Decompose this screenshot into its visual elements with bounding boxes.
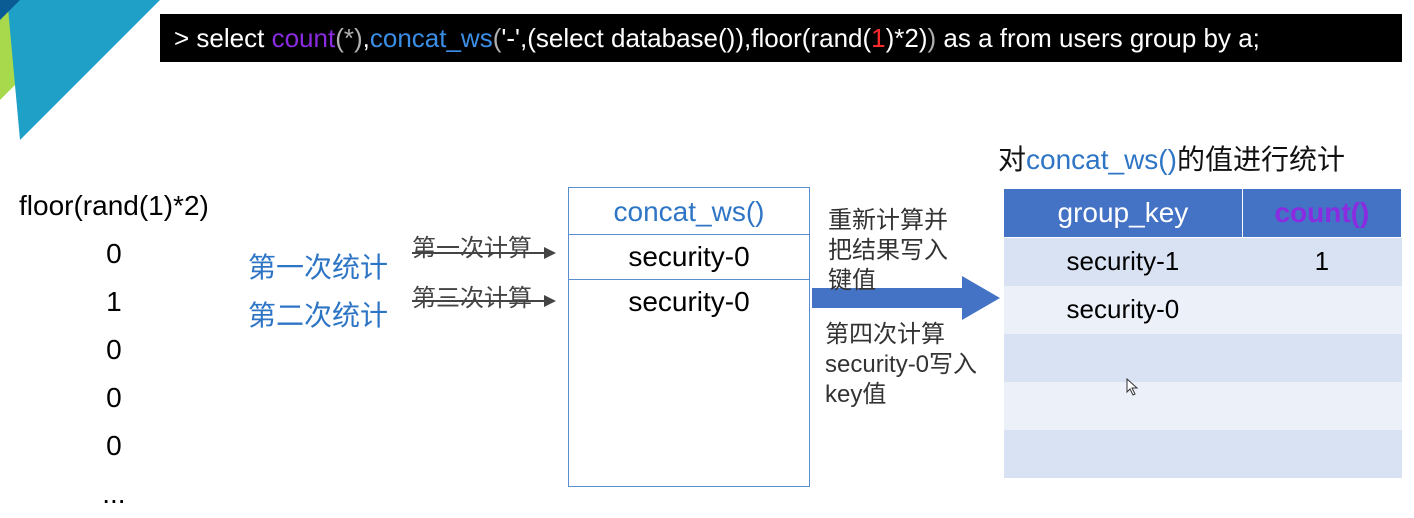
floor-value: 0: [19, 230, 209, 278]
sql-comma2: ,(: [520, 23, 536, 53]
sql-dash: '-': [501, 23, 520, 53]
concat-ws-box: concat_ws() security-0 security-0: [568, 187, 810, 487]
group-table-title: 对concat_ws()的值进行统计: [998, 138, 1345, 178]
cell-key: [1004, 430, 1243, 478]
sql-count-fn: count: [272, 23, 336, 53]
title-fn: concat_ws(): [1026, 144, 1177, 175]
table-row: [1004, 382, 1402, 430]
sql-close2: ): [928, 23, 937, 53]
stats-line2: 第二次统计: [248, 292, 388, 340]
decorative-triangles: [0, 0, 180, 180]
sql-floor: floor(rand(: [751, 23, 871, 53]
group-key-header: group_key: [1004, 189, 1243, 238]
sql-concatws-fn: concat_ws: [370, 23, 493, 53]
table-row: security-11: [1004, 238, 1402, 286]
floor-header: floor(rand(1)*2): [19, 190, 209, 222]
stats-line1: 第一次统计: [248, 244, 388, 292]
arrow-2: [412, 300, 554, 302]
cell-count: [1242, 286, 1401, 334]
cell-key: [1004, 334, 1243, 382]
sql-select: select: [196, 23, 264, 53]
table-row: [1004, 430, 1402, 478]
sql-query-bar: > select count(*),concat_ws('-',(select …: [160, 14, 1402, 62]
sql-database: database(): [611, 23, 735, 53]
cursor-icon: [1126, 378, 1140, 401]
annotation-2: 第四次计算security-0写入key值: [825, 320, 985, 410]
arrow-1: [412, 252, 554, 254]
arrow-group: [412, 252, 554, 348]
sql-tail: )*2): [886, 23, 928, 53]
sql-count-arg: (*): [335, 23, 362, 53]
concat-row: security-0: [569, 234, 809, 279]
floor-value: 1: [19, 278, 209, 326]
annotation-1: 重新计算并把结果写入键值: [828, 206, 968, 296]
sql-rest: as a from users group by a;: [936, 23, 1260, 53]
floor-column: floor(rand(1)*2) 0 1 0 0 0 ...: [19, 190, 209, 518]
concat-header: concat_ws(): [569, 188, 809, 234]
cell-count: 1: [1242, 238, 1401, 286]
sql-close1: ),: [735, 23, 751, 53]
table-row: security-0: [1004, 286, 1402, 334]
cell-count: [1242, 334, 1401, 382]
count-header: count(): [1242, 189, 1401, 238]
sql-prompt: >: [174, 23, 196, 53]
floor-value: ...: [19, 470, 209, 518]
title-suffix: 的值进行统计: [1177, 144, 1345, 175]
sql-comma1: ,: [363, 23, 370, 53]
concat-row: security-0: [569, 279, 809, 324]
group-table: group_key count() security-11 security-0: [1003, 188, 1402, 478]
floor-value: 0: [19, 326, 209, 374]
table-row: [1004, 334, 1402, 382]
title-prefix: 对: [998, 144, 1026, 175]
stats-labels: 第一次统计 第二次统计: [248, 244, 388, 340]
sql-select2: select: [536, 23, 604, 53]
cell-count: [1242, 430, 1401, 478]
sql-one: 1: [871, 23, 885, 53]
cell-key: [1004, 382, 1243, 430]
cell-key: security-1: [1004, 238, 1243, 286]
cell-count: [1242, 382, 1401, 430]
floor-value: 0: [19, 374, 209, 422]
floor-value: 0: [19, 422, 209, 470]
cell-key: security-0: [1004, 286, 1243, 334]
